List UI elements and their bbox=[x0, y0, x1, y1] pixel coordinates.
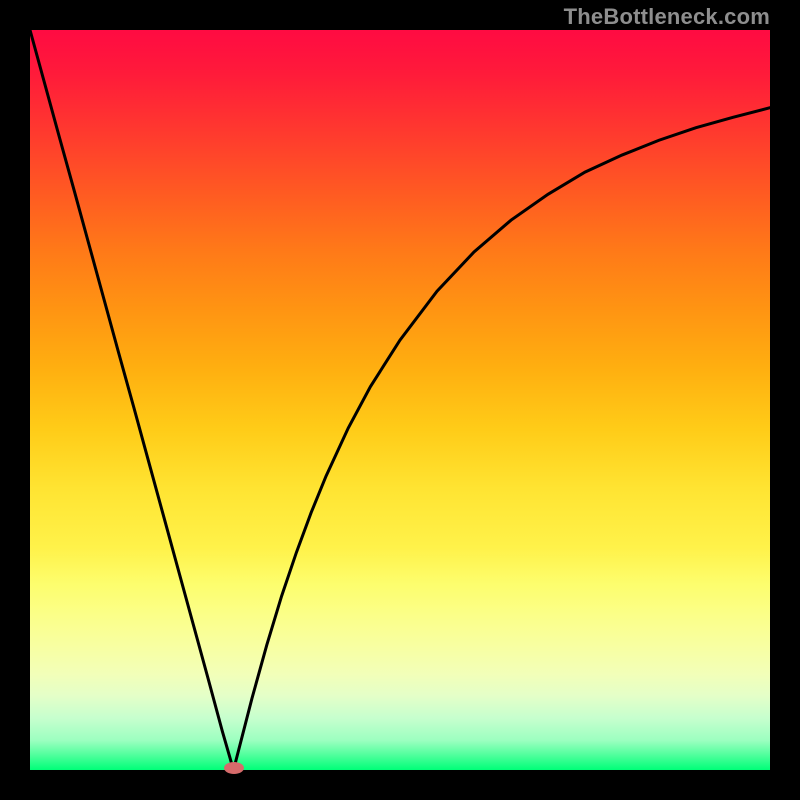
chart-frame: TheBottleneck.com bbox=[0, 0, 800, 800]
minimum-marker bbox=[224, 762, 244, 774]
curve-right-branch bbox=[234, 108, 771, 770]
curve-left-branch bbox=[30, 30, 234, 770]
watermark-text: TheBottleneck.com bbox=[564, 4, 770, 30]
plot-area bbox=[30, 30, 770, 770]
curve-svg bbox=[30, 30, 770, 770]
